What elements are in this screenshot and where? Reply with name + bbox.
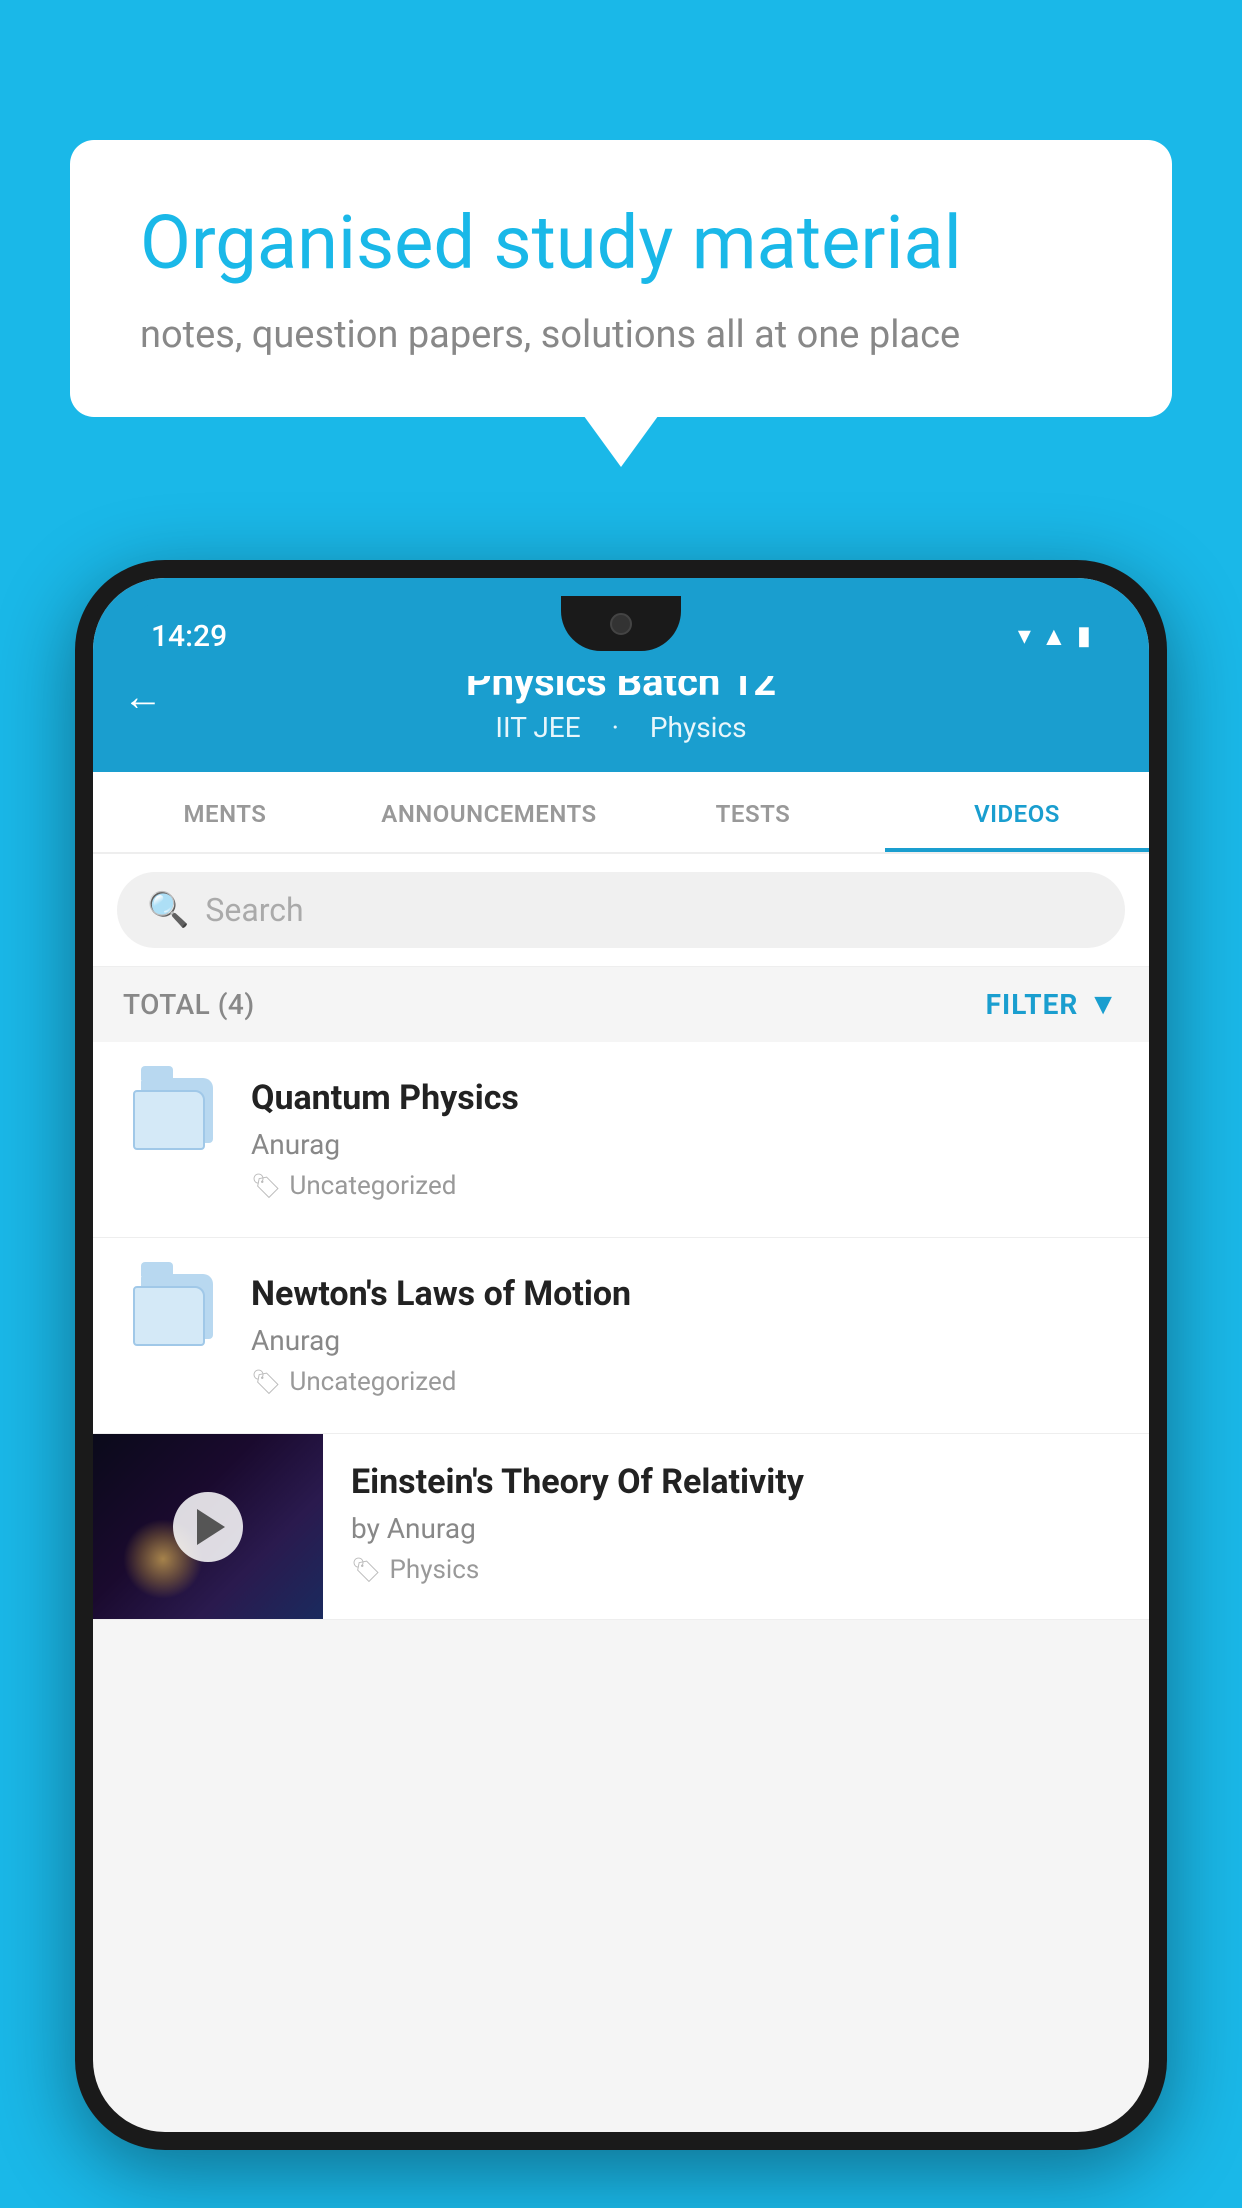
header-subtitle-part2: Physics bbox=[650, 711, 747, 744]
header-subtitle-separator: · bbox=[612, 711, 619, 744]
list-item[interactable]: Newton's Laws of Motion Anurag 🏷 Uncateg… bbox=[93, 1238, 1149, 1434]
video-tag-3: 🏷 Physics bbox=[351, 1555, 1125, 1585]
total-count: TOTAL (4) bbox=[123, 988, 255, 1021]
filter-icon: ▼ bbox=[1088, 987, 1119, 1022]
phone-notch bbox=[561, 596, 681, 651]
phone-frame: 14:29 ▾ ▲ ▮ ← Physics Batch 12 IIT JEE ·… bbox=[75, 560, 1167, 2150]
header-subtitle: IIT JEE · Physics bbox=[93, 711, 1149, 744]
folder-icon bbox=[133, 1078, 213, 1153]
video-title-1: Quantum Physics bbox=[251, 1078, 1119, 1118]
tag-icon-3: 🏷 bbox=[351, 1556, 381, 1584]
folder-thumbnail-2 bbox=[123, 1274, 223, 1349]
speech-bubble-container: Organised study material notes, question… bbox=[70, 140, 1172, 417]
speech-bubble-title: Organised study material bbox=[140, 200, 1102, 289]
video-author-2: Anurag bbox=[251, 1324, 1119, 1357]
tag-icon-2: 🏷 bbox=[251, 1368, 281, 1396]
signal-icon: ▲ bbox=[1041, 621, 1067, 652]
folder-icon bbox=[133, 1274, 213, 1349]
battery-icon: ▮ bbox=[1077, 621, 1091, 651]
header-subtitle-part1: IIT JEE bbox=[495, 711, 580, 744]
speech-bubble: Organised study material notes, question… bbox=[70, 140, 1172, 417]
search-placeholder: Search bbox=[205, 891, 303, 929]
video-info-1: Quantum Physics Anurag 🏷 Uncategorized bbox=[251, 1078, 1119, 1201]
play-button[interactable] bbox=[173, 1492, 243, 1562]
speech-bubble-subtitle: notes, question papers, solutions all at… bbox=[140, 313, 1102, 357]
video-title-3: Einstein's Theory Of Relativity bbox=[351, 1462, 1125, 1502]
list-item[interactable]: Quantum Physics Anurag 🏷 Uncategorized bbox=[93, 1042, 1149, 1238]
wifi-icon: ▾ bbox=[1018, 621, 1031, 651]
camera-dot bbox=[610, 613, 632, 635]
video-info-3: Einstein's Theory Of Relativity by Anura… bbox=[323, 1434, 1149, 1613]
folder-thumbnail-1 bbox=[123, 1078, 223, 1153]
tab-ments[interactable]: MENTS bbox=[93, 772, 357, 852]
video-thumbnail-img-3 bbox=[93, 1434, 323, 1619]
status-bar: 14:29 ▾ ▲ ▮ bbox=[111, 596, 1131, 676]
folder-front bbox=[133, 1286, 205, 1346]
filter-button[interactable]: FILTER ▼ bbox=[986, 987, 1119, 1022]
tab-videos[interactable]: VIDEOS bbox=[885, 772, 1149, 852]
phone-screen: 14:29 ▾ ▲ ▮ ← Physics Batch 12 IIT JEE ·… bbox=[93, 578, 1149, 2132]
video-author-1: Anurag bbox=[251, 1128, 1119, 1161]
filter-label: FILTER bbox=[986, 988, 1079, 1021]
video-info-2: Newton's Laws of Motion Anurag 🏷 Uncateg… bbox=[251, 1274, 1119, 1397]
tabs-bar: MENTS ANNOUNCEMENTS TESTS VIDEOS bbox=[93, 772, 1149, 854]
tag-label-3: Physics bbox=[389, 1555, 479, 1585]
play-triangle-icon bbox=[197, 1509, 225, 1545]
video-tag-2: 🏷 Uncategorized bbox=[251, 1367, 1119, 1397]
video-list: Quantum Physics Anurag 🏷 Uncategorized bbox=[93, 1042, 1149, 1620]
tab-announcements[interactable]: ANNOUNCEMENTS bbox=[357, 772, 621, 852]
tag-label-2: Uncategorized bbox=[289, 1367, 456, 1397]
status-icons: ▾ ▲ ▮ bbox=[1018, 621, 1091, 652]
video-author-3: by Anurag bbox=[351, 1512, 1125, 1545]
search-container: 🔍 Search bbox=[93, 854, 1149, 967]
tag-label-1: Uncategorized bbox=[289, 1171, 456, 1201]
search-icon: 🔍 bbox=[147, 890, 189, 930]
back-button[interactable]: ← bbox=[123, 673, 163, 720]
list-item[interactable]: Einstein's Theory Of Relativity by Anura… bbox=[93, 1434, 1149, 1620]
folder-front bbox=[133, 1090, 205, 1150]
tab-tests[interactable]: TESTS bbox=[621, 772, 885, 852]
video-title-2: Newton's Laws of Motion bbox=[251, 1274, 1119, 1314]
phone-outer: 14:29 ▾ ▲ ▮ ← Physics Batch 12 IIT JEE ·… bbox=[75, 560, 1167, 2208]
search-bar[interactable]: 🔍 Search bbox=[117, 872, 1125, 948]
video-tag-1: 🏷 Uncategorized bbox=[251, 1171, 1119, 1201]
status-time: 14:29 bbox=[151, 619, 227, 654]
tag-icon-1: 🏷 bbox=[251, 1172, 281, 1200]
filter-row: TOTAL (4) FILTER ▼ bbox=[93, 967, 1149, 1042]
